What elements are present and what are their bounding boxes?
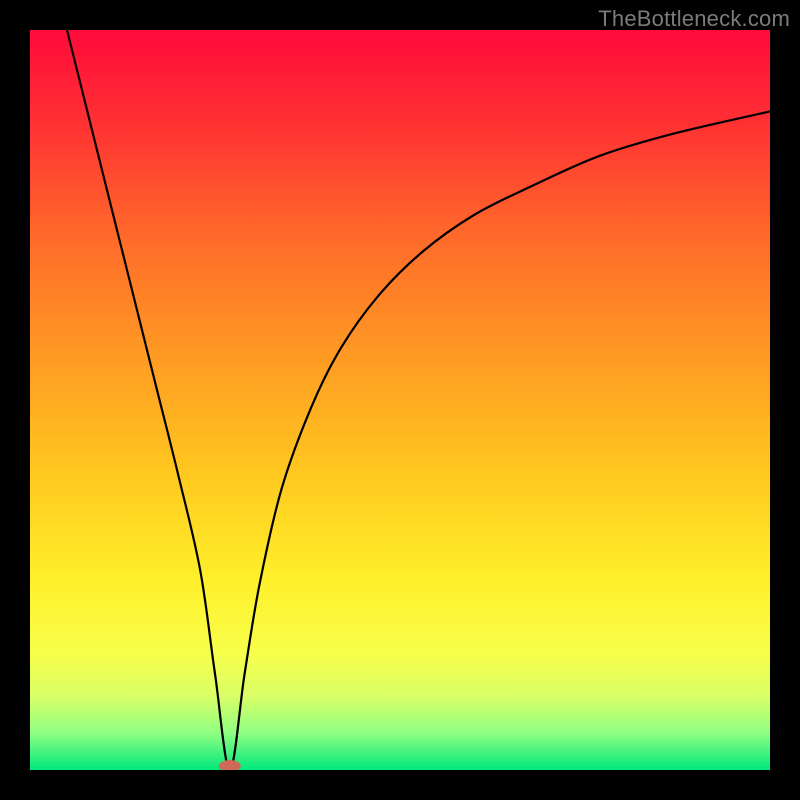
chart-frame: TheBottleneck.com bbox=[0, 0, 800, 800]
curve-path bbox=[67, 30, 770, 770]
watermark-label: TheBottleneck.com bbox=[598, 6, 790, 32]
plot-area bbox=[30, 30, 770, 770]
minimum-marker bbox=[219, 760, 241, 770]
bottleneck-curve bbox=[30, 30, 770, 770]
